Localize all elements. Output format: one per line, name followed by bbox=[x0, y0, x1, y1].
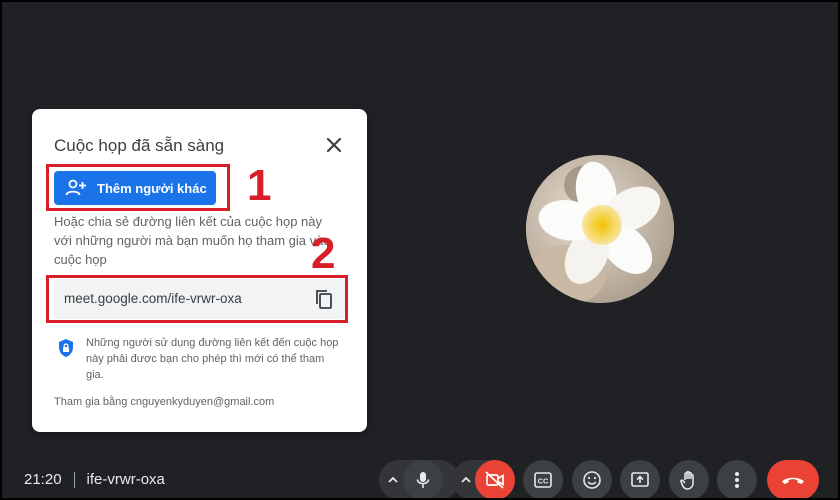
security-note: Những người sử dụng đường liên kết đến c… bbox=[86, 337, 339, 381]
clock-time: 21:20 bbox=[24, 471, 62, 488]
emoji-icon bbox=[583, 471, 601, 489]
annotation-number-1: 1 bbox=[247, 161, 272, 210]
raise-hand-button[interactable] bbox=[669, 460, 709, 498]
meeting-code: ife-vrwr-oxa bbox=[86, 471, 165, 488]
annotation-box-1 bbox=[46, 164, 230, 211]
raise-hand-icon bbox=[680, 470, 694, 490]
present-screen-icon bbox=[631, 472, 649, 487]
end-call-button[interactable] bbox=[767, 460, 819, 498]
joined-as-account: Tham gia bằng cnguyenkyduyen@gmail.com bbox=[54, 396, 275, 408]
emoji-button[interactable] bbox=[572, 460, 612, 498]
close-icon[interactable] bbox=[322, 133, 346, 157]
meeting-info: 21:20 ife-vrwr-oxa bbox=[24, 471, 165, 488]
caret-up-icon[interactable] bbox=[385, 472, 401, 488]
captions-icon: CC bbox=[534, 472, 552, 488]
shield-icon bbox=[56, 338, 76, 358]
microphone-button[interactable] bbox=[403, 460, 443, 498]
divider bbox=[73, 471, 75, 488]
more-options-button[interactable] bbox=[717, 460, 757, 498]
dialog-title: Cuộc họp đã sẵn sàng bbox=[54, 136, 225, 155]
microphone-icon bbox=[416, 472, 430, 488]
more-options-icon bbox=[735, 472, 739, 488]
annotation-number-2: 2 bbox=[311, 229, 336, 278]
share-description: Hoặc chia sẻ đường liên kết của cuộc họp… bbox=[54, 214, 331, 267]
camera-off-icon bbox=[485, 471, 504, 489]
captions-button[interactable]: CC bbox=[523, 460, 563, 498]
camera-button[interactable] bbox=[475, 460, 515, 498]
svg-text:CC: CC bbox=[538, 477, 549, 486]
meet-window: Cuộc họp đã sẵn sàng Thêm người khác Hoặ… bbox=[0, 0, 840, 500]
annotation-box-2 bbox=[46, 275, 348, 323]
end-call-icon bbox=[782, 477, 804, 484]
caret-up-icon[interactable] bbox=[458, 472, 474, 488]
present-button[interactable] bbox=[620, 460, 660, 498]
participant-avatar bbox=[526, 155, 674, 303]
